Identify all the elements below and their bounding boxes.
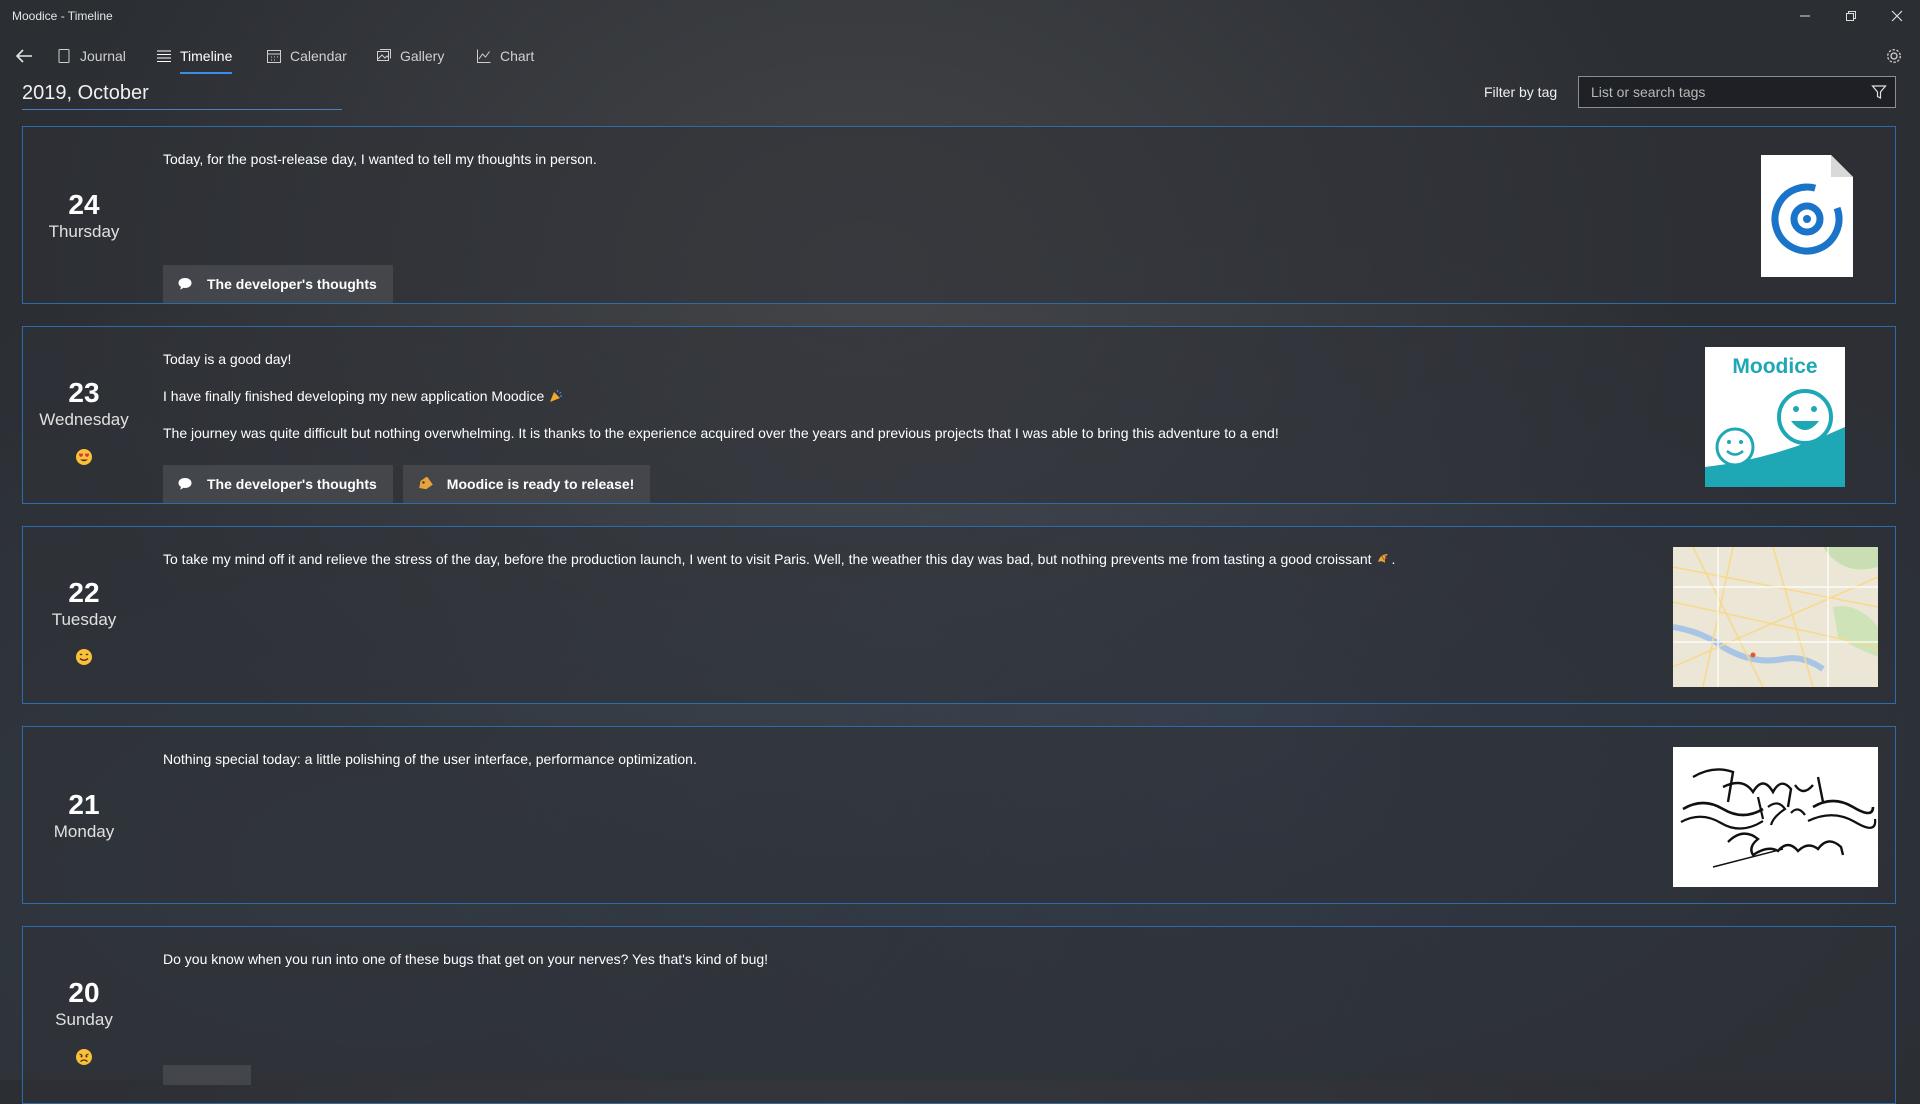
entry-paragraph: The journey was quite difficult but noth… (163, 425, 1279, 441)
tab-calendar-label: Calendar (290, 48, 347, 64)
tab-journal-label: Journal (80, 48, 126, 64)
tag-chip[interactable]: The developer's thoughts (163, 265, 393, 303)
entry-day: 24 (68, 189, 100, 220)
entry-day: 22 (68, 577, 100, 608)
entry-paragraph: I have finally finished developing my ne… (163, 388, 1643, 404)
close-button[interactable] (1874, 0, 1920, 32)
frustrated-emoji-icon (76, 1049, 92, 1065)
window-title: Moodice - Timeline (12, 9, 113, 23)
tag-label: Moodice is ready to release! (446, 476, 635, 492)
minimize-icon (1800, 15, 1810, 17)
tab-chart[interactable]: Chart (476, 42, 534, 70)
nav-bar: Journal Timeline Calendar Gallery Chart (0, 36, 1920, 76)
tag-chip[interactable]: The developer's thoughts (163, 465, 393, 503)
entry-paragraph: Today, for the post-release day, I wante… (163, 151, 597, 167)
heart-eyes-emoji-icon (76, 449, 92, 465)
moodice-logo-thumbnail[interactable]: Moodice (1705, 347, 1845, 487)
chart-icon (477, 49, 491, 63)
sketch-thumbnail[interactable] (1673, 747, 1878, 887)
entry-paragraph: To take my mind off it and relieve the s… (163, 551, 1396, 567)
tag-chip[interactable] (163, 1065, 251, 1085)
entry-text: Today is a good day! I have finally fini… (163, 351, 1643, 462)
entry-paragraph-text: To take my mind off it and relieve the s… (163, 551, 1372, 567)
tab-chart-label: Chart (500, 48, 535, 64)
tag-label: The developer's thoughts (207, 276, 377, 292)
map-image (1673, 547, 1878, 687)
label-tag-icon (419, 477, 433, 490)
tag-filter-box[interactable] (1578, 76, 1896, 108)
moodice-logo-icon (1705, 389, 1845, 487)
entry-day: 21 (68, 789, 100, 820)
entry-text: Do you know when you run into one of the… (163, 951, 768, 988)
speech-bubble-icon (178, 278, 192, 290)
journal-icon (58, 49, 70, 63)
calendar-icon (267, 50, 281, 63)
back-arrow-icon (15, 49, 32, 63)
entry-paragraph: Do you know when you run into one of the… (163, 951, 769, 967)
tab-gallery[interactable]: Gallery (376, 42, 444, 70)
entry-text: Today, for the post-release day, I wante… (163, 151, 597, 188)
entry-text: To take my mind off it and relieve the s… (163, 551, 1663, 588)
title-bar: Moodice - Timeline (0, 0, 1920, 32)
audio-file-thumbnail[interactable] (1761, 155, 1853, 277)
croissant-emoji-icon (1377, 554, 1388, 563)
month-title: 2019, October (22, 82, 149, 104)
filter-label: Filter by tag (1484, 84, 1558, 100)
journal-entry[interactable]: 21 Monday Nothing special today: a littl… (22, 726, 1896, 904)
back-button[interactable] (8, 40, 40, 72)
tab-gallery-label: Gallery (400, 48, 445, 64)
entry-paragraph: Nothing special today: a little polishin… (163, 751, 697, 767)
journal-entry[interactable]: 20 Sunday Do you know when you run into … (22, 926, 1896, 1104)
smiling-emoji-icon (76, 649, 92, 665)
close-icon (1891, 10, 1903, 22)
journal-entry[interactable]: 23 Wednesday Today is a good day! I have… (22, 326, 1896, 504)
gallery-icon (377, 49, 391, 61)
tag-label: The developer's thoughts (207, 476, 377, 492)
audio-file-icon (1761, 155, 1853, 277)
entry-weekday: Wednesday (39, 410, 129, 429)
journal-entry[interactable]: 22 Tuesday To take my mind off it and re… (22, 526, 1896, 704)
timeline-icon (157, 50, 171, 62)
sketch-image (1673, 747, 1878, 887)
map-thumbnail[interactable] (1673, 547, 1878, 687)
settings-button[interactable] (1878, 40, 1910, 72)
entry-day: 23 (68, 377, 100, 408)
entry-weekday: Monday (53, 822, 115, 841)
tag-row: The developer's thoughts Moodice is read… (163, 465, 651, 503)
party-popper-emoji-icon (550, 389, 563, 402)
entry-day: 20 (68, 977, 100, 1008)
tab-calendar[interactable]: Calendar (266, 42, 347, 70)
entry-weekday: Thursday (48, 222, 120, 241)
restore-icon (1846, 11, 1856, 21)
tab-journal[interactable]: Journal (56, 42, 126, 70)
tab-timeline-label: Timeline (180, 48, 233, 64)
gear-icon (1887, 49, 1901, 63)
journal-entry[interactable]: 24 Thursday Today, for the post-release … (22, 126, 1896, 304)
filter-icon[interactable] (1871, 84, 1887, 100)
restore-button[interactable] (1828, 0, 1874, 32)
speech-bubble-icon (178, 478, 192, 490)
tab-timeline[interactable]: Timeline (156, 42, 233, 74)
entry-paragraph: Today is a good day! (163, 351, 292, 367)
entry-weekday: Sunday (55, 1010, 113, 1029)
month-underline (22, 109, 342, 110)
entry-paragraph-text: I have finally finished developing my ne… (163, 388, 545, 404)
tag-row: The developer's thoughts (163, 265, 393, 303)
minimize-button[interactable] (1782, 0, 1828, 32)
entry-text: Nothing special today: a little polishin… (163, 751, 697, 788)
entry-weekday: Tuesday (51, 610, 117, 629)
tag-chip[interactable]: Moodice is ready to release! (402, 465, 651, 503)
tag-search-input[interactable] (1589, 83, 1853, 101)
